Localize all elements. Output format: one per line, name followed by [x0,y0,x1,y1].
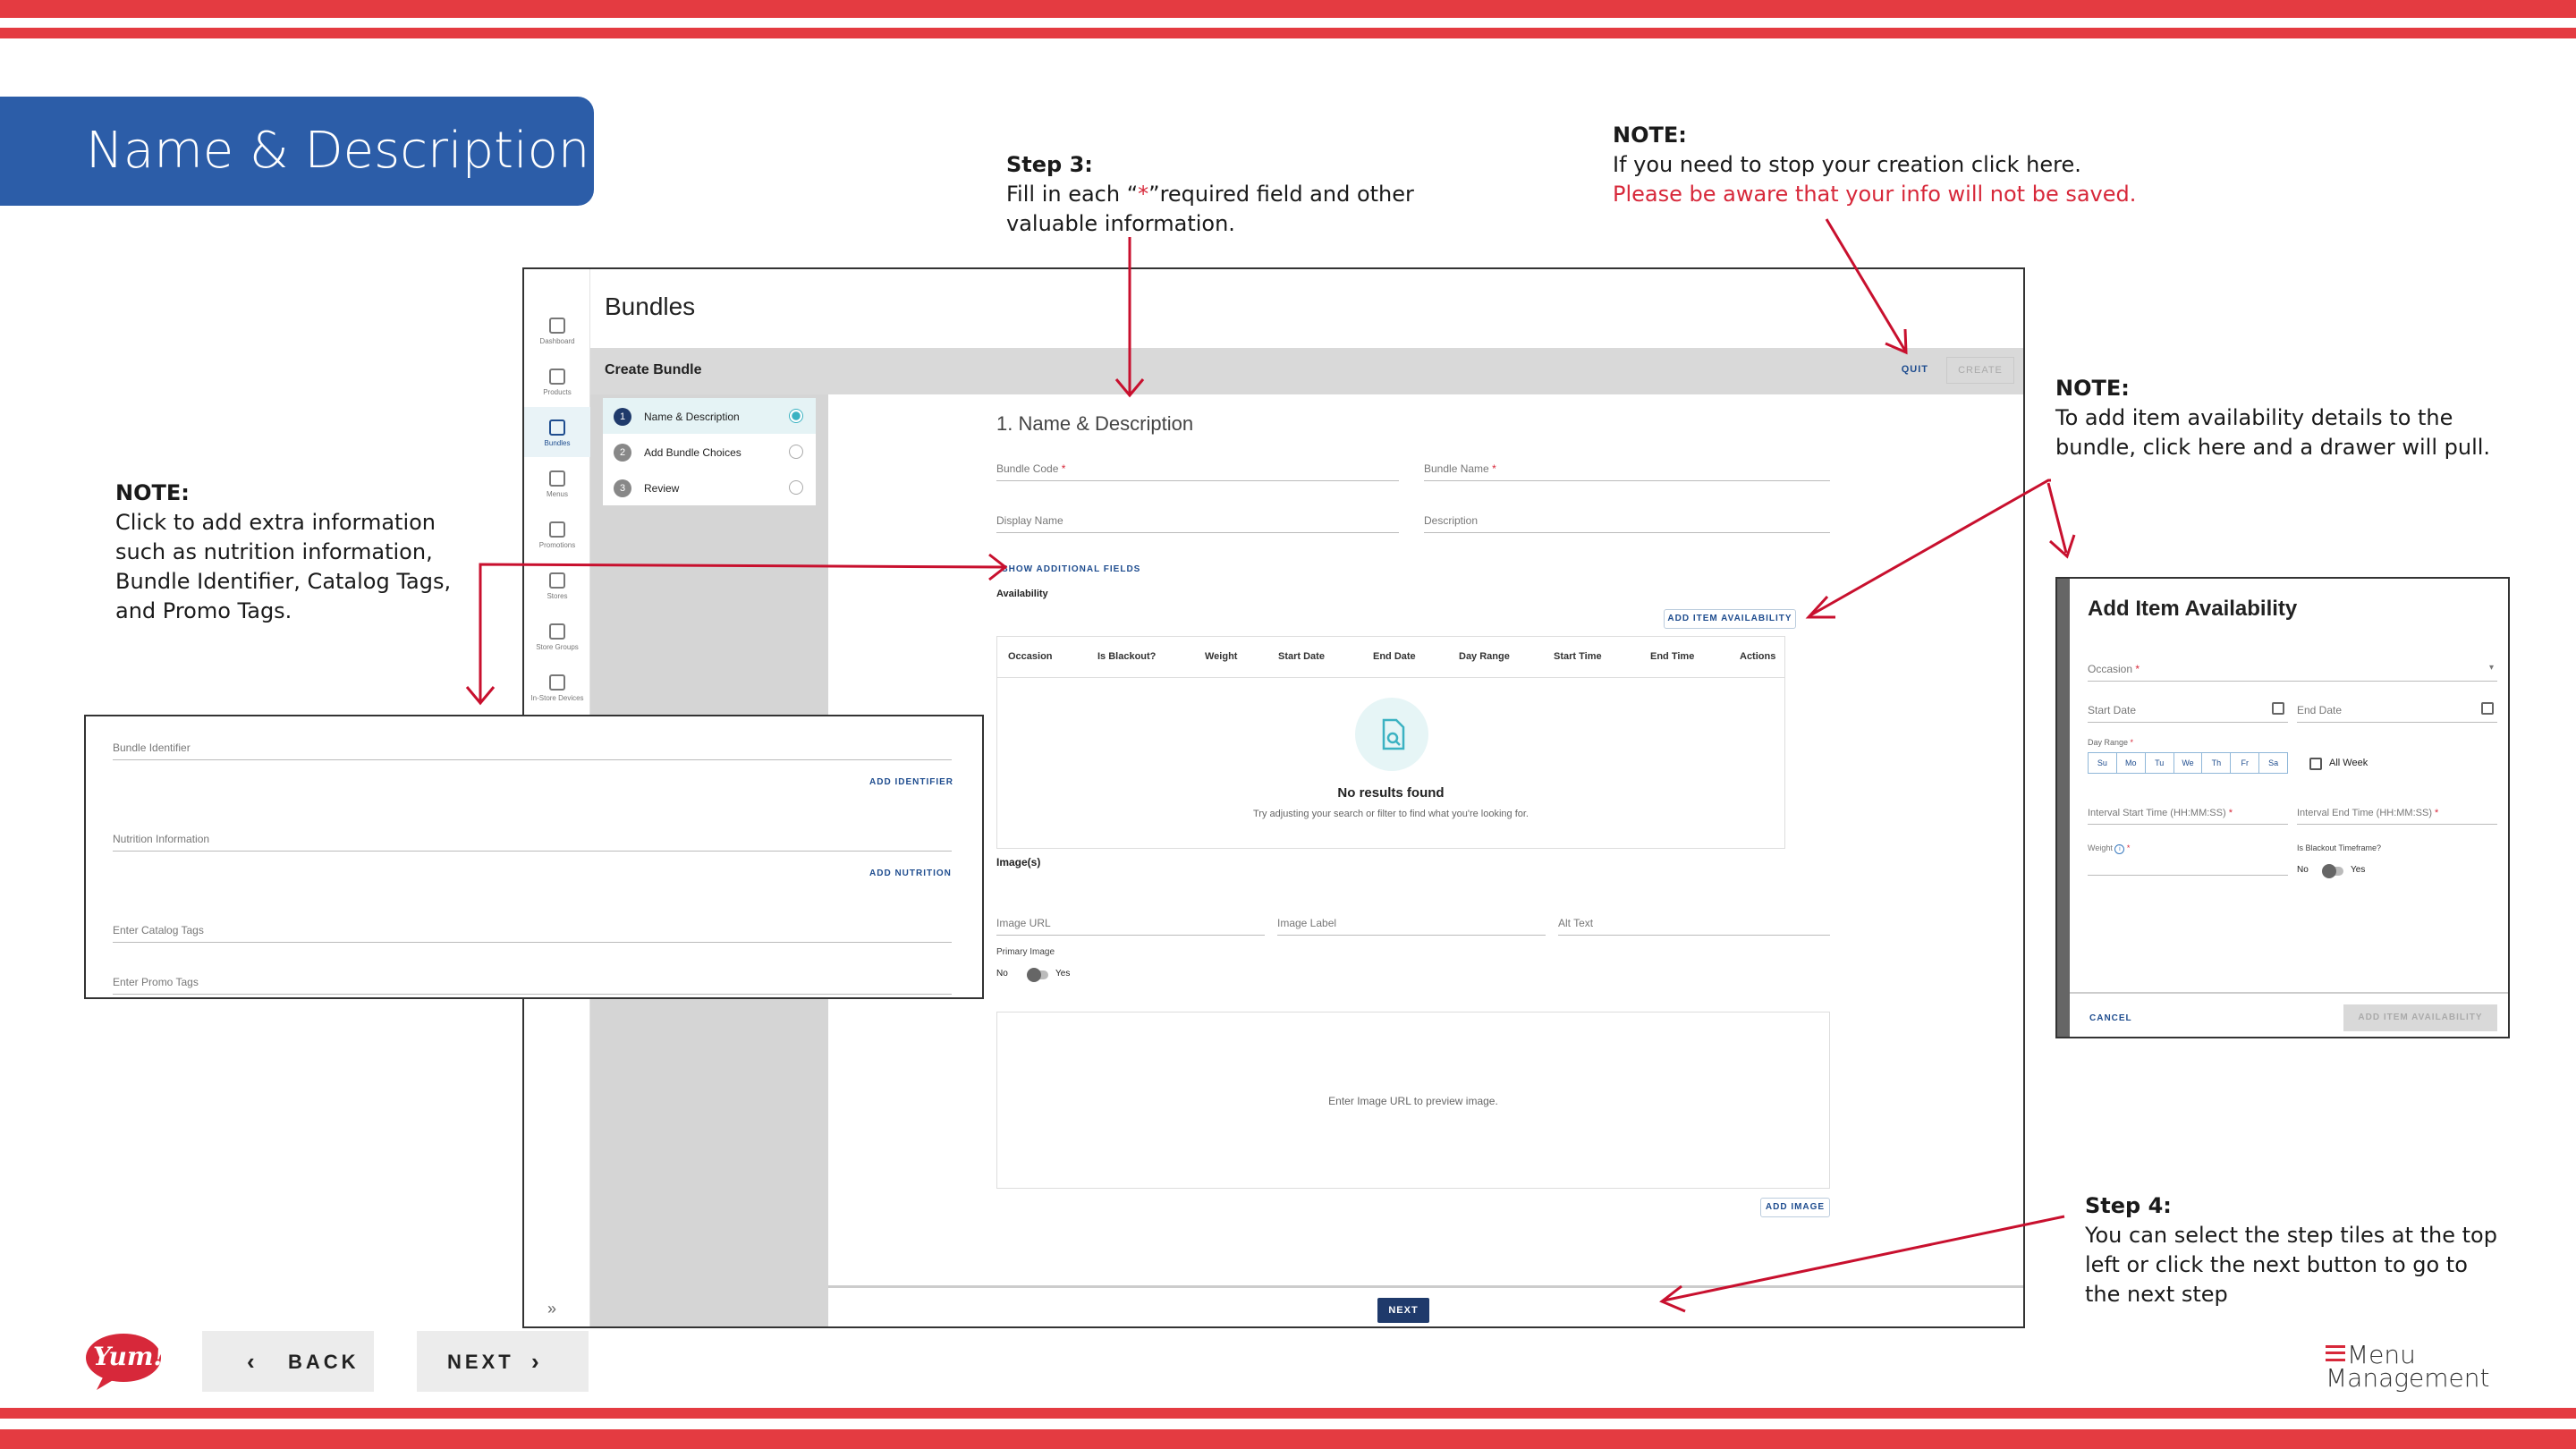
menu-management-logo: Menu Management [2326,1340,2504,1394]
arrow-step3 [1114,237,1145,398]
back-button[interactable]: ‹ BACK [202,1331,374,1392]
arrow-additional [465,553,1008,706]
product-name-line2: Management [2326,1363,2490,1393]
arrow-quit [1825,218,1908,355]
next-button-label: NEXT [447,1351,514,1373]
menu-lines-icon-mid [2326,1352,2345,1354]
next-slide-button[interactable]: NEXT › [417,1331,589,1392]
yum-logo: Yum! [84,1333,165,1390]
chevron-right-icon: › [531,1348,539,1375]
yum-logo-text: Yum! [93,1342,165,1371]
annotation-arrows [465,218,2076,1313]
back-button-label: BACK [288,1351,360,1373]
chevron-left-icon: ‹ [247,1348,255,1375]
arrow-availability [1805,479,2076,619]
arrow-step4 [1659,1215,2065,1313]
